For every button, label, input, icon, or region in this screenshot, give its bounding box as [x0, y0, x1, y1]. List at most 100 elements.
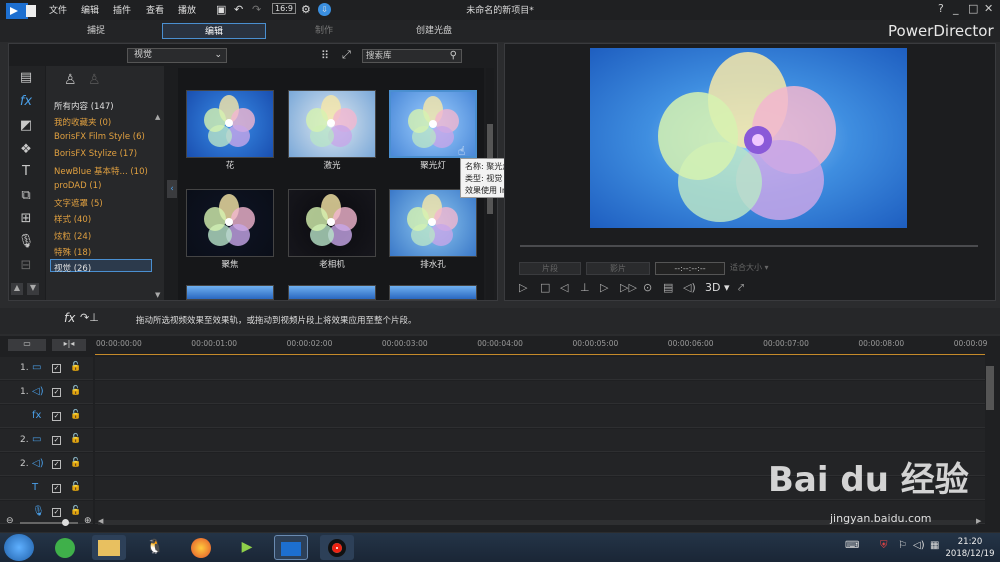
- help-button[interactable]: ?: [938, 2, 944, 15]
- category-item[interactable]: 样式 (40): [54, 213, 91, 225]
- close-button[interactable]: ✕: [984, 2, 993, 15]
- scroll-down-icon[interactable]: ▼: [27, 283, 39, 295]
- start-button[interactable]: [4, 534, 34, 561]
- stop-icon[interactable]: □: [540, 281, 550, 294]
- library-search-input[interactable]: 搜索库 ⚲: [362, 49, 462, 63]
- track-enable-checkbox[interactable]: ✓: [52, 460, 61, 469]
- flag-tray-icon[interactable]: ⚐: [898, 540, 907, 551]
- track-enable-checkbox[interactable]: ✓: [52, 508, 61, 517]
- category-item[interactable]: 所有内容 (147): [54, 100, 114, 112]
- menu-play[interactable]: 播放: [178, 3, 196, 16]
- undo-icon[interactable]: ↶: [234, 3, 243, 16]
- menu-file[interactable]: 文件: [49, 3, 67, 16]
- chapter-room-icon[interactable]: ⊟: [10, 258, 42, 278]
- network-tray-icon[interactable]: ▦: [930, 540, 939, 551]
- library-filter-dropdown[interactable]: 视觉 ⌄: [127, 48, 227, 63]
- scroll-left-icon[interactable]: ◀: [98, 517, 103, 525]
- settings-icon[interactable]: ⚙: [301, 3, 311, 16]
- media-room-icon[interactable]: ▤: [10, 70, 42, 90]
- category-item[interactable]: proDAD (1): [54, 181, 101, 191]
- transition-room-icon[interactable]: ⧉: [10, 188, 42, 208]
- keyboard-tray-icon[interactable]: ⌨: [845, 540, 859, 551]
- movie-mode-button[interactable]: 影片: [586, 262, 650, 275]
- category-item[interactable]: 文字遮罩 (5): [54, 197, 103, 209]
- play-icon[interactable]: ▷: [519, 281, 527, 294]
- taskbar-record-icon[interactable]: [320, 535, 354, 560]
- track-manager-icon[interactable]: ▭: [8, 339, 46, 351]
- category-item[interactable]: NewBlue 基本特... (10): [54, 165, 148, 177]
- track-enable-checkbox[interactable]: ✓: [52, 412, 61, 421]
- taskbar-media-icon[interactable]: ▶: [230, 535, 264, 560]
- zoom-thumb[interactable]: [62, 519, 69, 526]
- menu-plugins[interactable]: 插件: [113, 3, 131, 16]
- volume-icon[interactable]: ◁): [683, 281, 696, 294]
- effect-thumbnail-partial[interactable]: [186, 285, 274, 300]
- zoom-slider[interactable]: ⊖ ⊕: [6, 516, 96, 528]
- effect-thumbnail-partial[interactable]: [389, 285, 477, 300]
- subtitle-icon[interactable]: ▤: [663, 281, 673, 294]
- timeline-vscroll-thumb[interactable]: [986, 366, 994, 410]
- preview-progress-track[interactable]: [520, 245, 978, 247]
- lock-icon[interactable]: 🔓: [70, 362, 81, 372]
- menu-edit[interactable]: 编辑: [81, 3, 99, 16]
- lock-icon[interactable]: 🔓: [70, 482, 81, 492]
- scroll-up-icon[interactable]: ▲: [11, 283, 23, 295]
- category-scroll-up-icon[interactable]: ▲: [155, 113, 160, 121]
- timecode-display[interactable]: --:--:--:--: [655, 262, 725, 275]
- next-frame-icon[interactable]: ▷: [600, 281, 608, 294]
- 3d-mode-button[interactable]: 3D ▾: [705, 281, 730, 294]
- timeline-track[interactable]: [95, 405, 985, 428]
- category-item[interactable]: 视觉 (26): [54, 262, 91, 274]
- lock-icon[interactable]: 🔓: [70, 434, 81, 444]
- category-item[interactable]: BorisFX Stylize (17): [54, 149, 137, 159]
- previous-frame-icon[interactable]: ◁: [560, 281, 568, 294]
- lock-icon[interactable]: 🔓: [70, 410, 81, 420]
- apply-effect-icon[interactable]: ↷⊥: [80, 311, 99, 324]
- maximize-button[interactable]: □: [968, 2, 978, 15]
- security-tray-icon[interactable]: ⛨: [880, 540, 888, 551]
- fx-icon[interactable]: fx: [64, 311, 75, 325]
- fit-timeline-icon[interactable]: ▸|◂: [52, 339, 86, 351]
- effect-thumbnail[interactable]: [186, 90, 274, 158]
- tab-create-disc[interactable]: 创建光盘: [382, 23, 486, 39]
- effect-thumbnail-partial[interactable]: [288, 285, 376, 300]
- taskbar-qq-icon[interactable]: 🐧: [138, 535, 172, 560]
- track-enable-checkbox[interactable]: ✓: [52, 364, 61, 373]
- voice-over-icon[interactable]: 🎙: [10, 234, 42, 254]
- category-item[interactable]: 特殊 (18): [54, 246, 91, 258]
- lock-icon[interactable]: 🔓: [70, 458, 81, 468]
- category-item[interactable]: BorisFX Film Style (6): [54, 132, 145, 142]
- effect-thumbnail[interactable]: [288, 189, 376, 257]
- snapshot-icon[interactable]: ⊙: [643, 281, 652, 294]
- aspect-ratio-icon[interactable]: 16:9: [272, 3, 296, 14]
- undock-icon[interactable]: ⤤: [738, 281, 744, 295]
- remove-favorite-icon[interactable]: ♙: [88, 72, 101, 88]
- taskbar-browser-icon[interactable]: [48, 535, 82, 560]
- redo-icon[interactable]: ↷: [252, 3, 261, 16]
- track-enable-checkbox[interactable]: ✓: [52, 484, 61, 493]
- lock-icon[interactable]: 🔓: [70, 506, 81, 516]
- timeline-track[interactable]: [95, 357, 985, 380]
- zoom-in-icon[interactable]: ⊕: [84, 516, 92, 526]
- category-item[interactable]: 我的收藏夹 (0): [54, 116, 111, 128]
- sound-tray-icon[interactable]: ◁): [913, 540, 925, 551]
- lock-icon[interactable]: 🔓: [70, 386, 81, 396]
- effects-room-icon[interactable]: fx: [10, 94, 42, 114]
- minimize-button[interactable]: _: [953, 2, 959, 15]
- track-enable-checkbox[interactable]: ✓: [52, 388, 61, 397]
- timeline-track[interactable]: [95, 429, 985, 452]
- video-size-dropdown[interactable]: 适合大小 ▾: [730, 262, 786, 275]
- menu-view[interactable]: 查看: [146, 3, 164, 16]
- save-icon[interactable]: ▣: [216, 3, 226, 16]
- particle-room-icon[interactable]: ❖: [10, 142, 42, 162]
- category-item[interactable]: 炫粒 (24): [54, 230, 91, 242]
- update-icon[interactable]: ⇩: [318, 3, 331, 16]
- search-icon[interactable]: ⚲: [450, 50, 457, 62]
- track-enable-checkbox[interactable]: ✓: [52, 436, 61, 445]
- taskbar-powerdirector-icon[interactable]: [274, 535, 308, 560]
- clip-mode-button[interactable]: 片段: [519, 262, 581, 275]
- effect-thumbnail[interactable]: [288, 90, 376, 158]
- scroll-right-icon[interactable]: ▶: [976, 517, 981, 525]
- collapse-panel-icon[interactable]: ‹: [167, 180, 177, 198]
- effect-thumbnail[interactable]: [186, 189, 274, 257]
